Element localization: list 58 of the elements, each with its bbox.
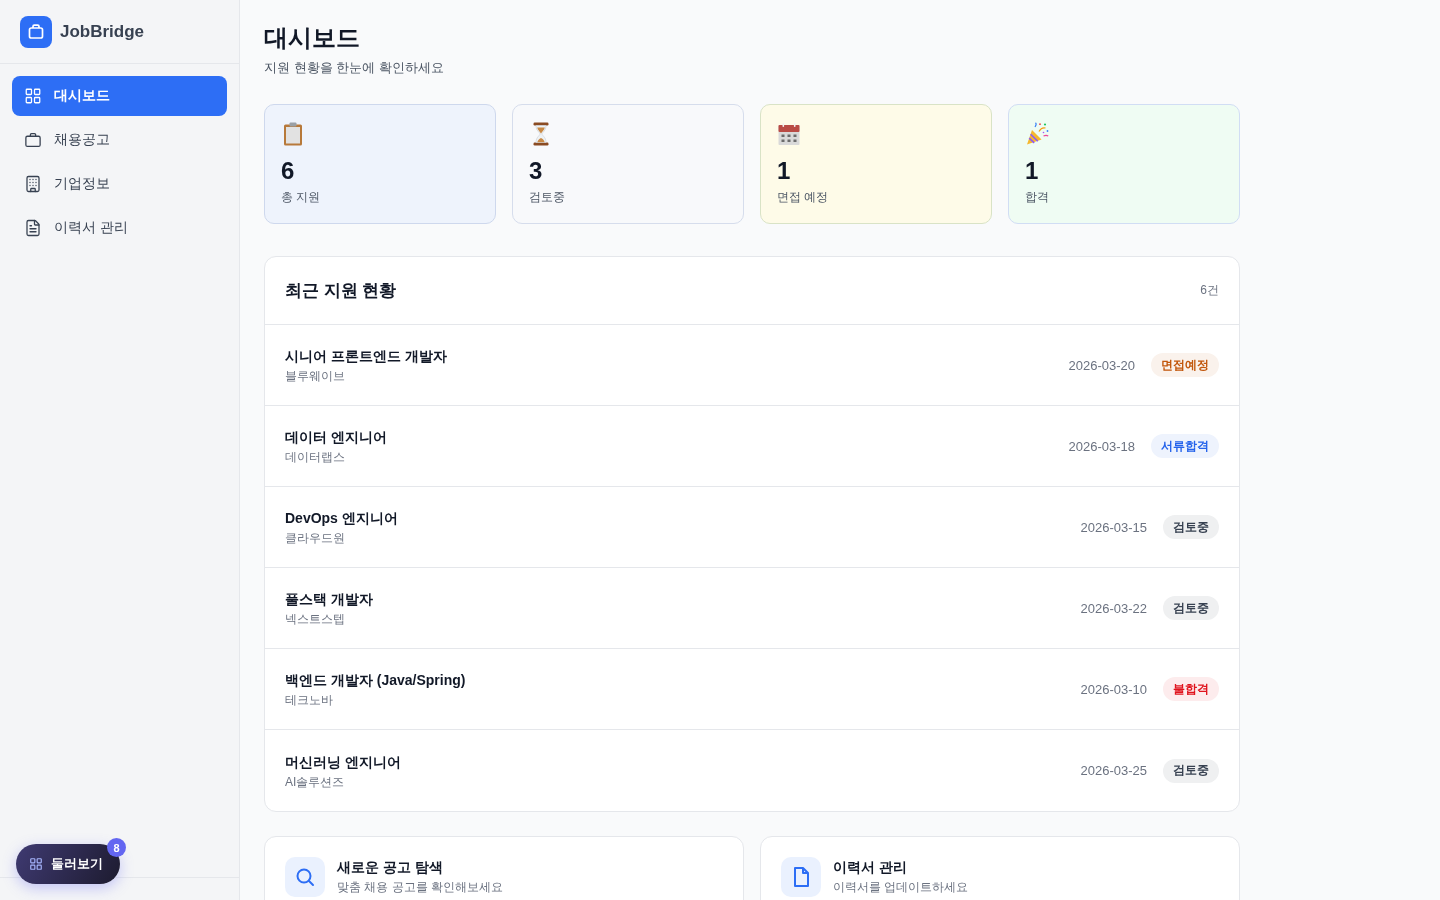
stat-label: 면접 예정 — [777, 189, 829, 205]
nav-item[interactable]: 기업정보 — [12, 164, 227, 204]
application-date: 2026-03-15 — [1080, 519, 1147, 535]
company-name: AI솔루션즈 — [285, 773, 345, 790]
document-icon — [24, 219, 42, 237]
company-name: 클라우드원 — [285, 530, 345, 546]
shortcut-description: 이력서를 업데이트하세요 — [833, 879, 969, 895]
app-name: JobBridge — [60, 21, 145, 42]
logo-icon — [20, 15, 52, 48]
document-icon — [781, 857, 821, 897]
nav-item[interactable]: 이력서 관리 — [12, 208, 227, 248]
stat-value: 3 — [529, 157, 543, 185]
application-date: 2026-03-22 — [1080, 600, 1147, 616]
status-badge: 검토중 — [1163, 515, 1219, 539]
shortcut-card[interactable]: 이력서 관리 이력서를 업데이트하세요 — [760, 836, 1240, 900]
shortcut-title: 새로운 공고 탐색 — [337, 858, 443, 877]
clipboard-icon — [281, 122, 305, 146]
stat-label: 총 지원 — [281, 189, 321, 205]
grid-icon — [24, 87, 42, 105]
application-count: 6건 — [1200, 282, 1219, 299]
stat-value: 1 — [777, 157, 791, 185]
page-subtitle: 지원 현황을 한눈에 확인하세요 — [264, 59, 445, 77]
status-badge: 서류합격 — [1151, 434, 1219, 458]
company-name: 데이터랩스 — [285, 449, 345, 465]
stat-value: 1 — [1025, 157, 1039, 185]
company-name: 테크노바 — [285, 692, 333, 708]
company-name: 넥스트스텝 — [285, 611, 345, 627]
job-title: DevOps 엔지니어 — [285, 509, 398, 528]
stat-value: 6 — [281, 157, 295, 185]
company-name: 블루웨이브 — [285, 368, 345, 384]
page-title: 대시보드 — [264, 23, 361, 53]
status-badge: 검토중 — [1163, 758, 1219, 783]
briefcase-icon — [24, 131, 42, 149]
status-badge: 불합격 — [1163, 677, 1219, 701]
shortcut-title: 이력서 관리 — [833, 858, 907, 877]
job-title: 풀스택 개발자 — [285, 590, 373, 609]
shortcut-description: 맞춤 채용 공고를 확인해보세요 — [337, 879, 503, 895]
application-date: 2026-03-10 — [1080, 681, 1147, 697]
application-date: 2026-03-20 — [1068, 357, 1135, 373]
shortcut-card[interactable]: 새로운 공고 탐색 맞춤 채용 공고를 확인해보세요 — [264, 836, 744, 900]
status-badge: 면접예정 — [1151, 353, 1219, 377]
stat-label: 검토중 — [529, 189, 565, 205]
job-title: 시니어 프론트엔드 개발자 — [285, 347, 447, 366]
status-badge: 검토중 — [1163, 596, 1219, 620]
nav-item[interactable]: 채용공고 — [12, 120, 227, 160]
search-icon — [285, 857, 325, 897]
grid-icon — [29, 857, 43, 871]
panel-title: 최근 지원 현황 — [285, 280, 397, 302]
job-title: 머신러닝 엔지니어 — [285, 752, 401, 772]
job-title: 백엔드 개발자 (Java/Spring) — [285, 671, 466, 690]
job-title: 데이터 엔지니어 — [285, 428, 387, 447]
nav-item[interactable]: 대시보드 — [12, 76, 227, 116]
building-icon — [24, 175, 42, 193]
party-popper-icon — [1025, 122, 1049, 146]
stat-label: 합격 — [1025, 189, 1049, 205]
application-date: 2026-03-25 — [1080, 763, 1147, 778]
application-date: 2026-03-18 — [1068, 438, 1135, 454]
calendar-icon — [777, 122, 801, 146]
